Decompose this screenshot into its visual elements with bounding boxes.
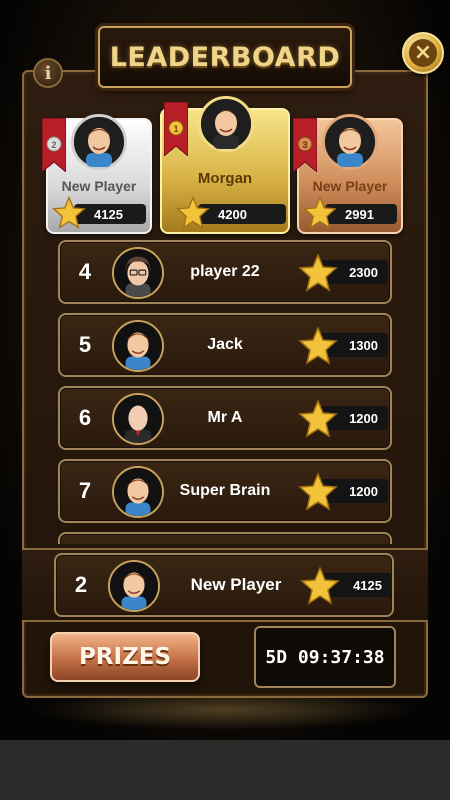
countdown-timer: 5D 09:37:38 (254, 626, 396, 688)
row-name: Mr A (207, 409, 243, 426)
avatar (112, 393, 164, 445)
timer-text: 5D 09:37:38 (265, 646, 385, 668)
list-item[interactable]: 4 player 22 2300 (58, 240, 392, 304)
avatar (198, 96, 254, 152)
row-rank: 2 (74, 572, 88, 597)
row-rank: 5 (78, 332, 92, 357)
list-item[interactable]: 6 Mr A 1200 (58, 386, 392, 450)
star-icon (298, 327, 338, 365)
star-icon (298, 473, 338, 511)
ribbon-icon: 3 (293, 118, 317, 172)
list-item[interactable]: 7 Super Brain 1200 (58, 459, 392, 523)
bottom-strip (0, 740, 450, 800)
row-rank: 7 (78, 478, 92, 503)
current-player-row[interactable]: 2 New Player 4125 (54, 553, 394, 617)
game-screen: LEADERBOARD i × 2 New Player 4125 1 Morg… (0, 0, 450, 740)
page-title: LEADERBOARD (109, 41, 341, 73)
avatar (112, 466, 164, 518)
leaderboard-list[interactable]: 4 player 22 2300 5 Jack 1300 6 Mr A 1200… (40, 238, 410, 544)
title-plate: LEADERBOARD (98, 26, 352, 88)
avatar-icon (325, 117, 375, 167)
star-icon (52, 196, 86, 229)
ribbon-icon: 2 (42, 118, 66, 172)
avatar-icon (74, 117, 124, 167)
podium-score: 4200 (198, 204, 286, 224)
close-icon: × (409, 39, 437, 67)
list-item[interactable]: 5 Jack 1300 (58, 313, 392, 377)
row-name: New Player (190, 575, 282, 594)
star-icon (303, 196, 337, 229)
list-item-partial[interactable] (58, 532, 392, 544)
podium-card-first[interactable]: 1 Morgan 4200 (160, 96, 290, 234)
row-name: Super Brain (179, 482, 271, 499)
star-icon (300, 567, 340, 605)
avatar-icon (114, 322, 162, 370)
avatar-icon (114, 468, 162, 516)
avatar-icon (114, 249, 162, 297)
star-icon (176, 196, 210, 229)
avatar (71, 114, 127, 170)
star-icon (298, 400, 338, 438)
row-rank: 4 (78, 259, 92, 284)
avatar-icon (110, 562, 158, 610)
podium-card-third[interactable]: 3 New Player 2991 (293, 114, 403, 234)
prizes-button[interactable]: PRIZES (50, 632, 200, 682)
avatar-icon (114, 395, 162, 443)
podium-card-second[interactable]: 2 New Player 4125 (42, 114, 152, 234)
avatar-icon (201, 99, 251, 149)
row-name: Jack (207, 336, 243, 353)
avatar (112, 247, 164, 299)
podium-place-label: 3 (302, 140, 307, 150)
info-icon: i (44, 62, 52, 84)
star-icon (298, 254, 338, 292)
podium-name: New Player (312, 178, 388, 194)
row-rank: 6 (78, 405, 92, 430)
avatar (112, 320, 164, 372)
podium-name: Morgan (197, 170, 253, 187)
avatar (108, 560, 160, 612)
avatar (322, 114, 378, 170)
podium-name: New Player (61, 178, 137, 194)
podium-place-label: 1 (173, 124, 178, 134)
prizes-label: PRIZES (78, 644, 172, 670)
ribbon-icon: 1 (164, 102, 188, 156)
info-button[interactable]: i (33, 58, 63, 88)
row-name: player 22 (190, 263, 260, 280)
podium-place-label: 2 (51, 140, 56, 150)
close-button[interactable]: × (402, 32, 444, 74)
